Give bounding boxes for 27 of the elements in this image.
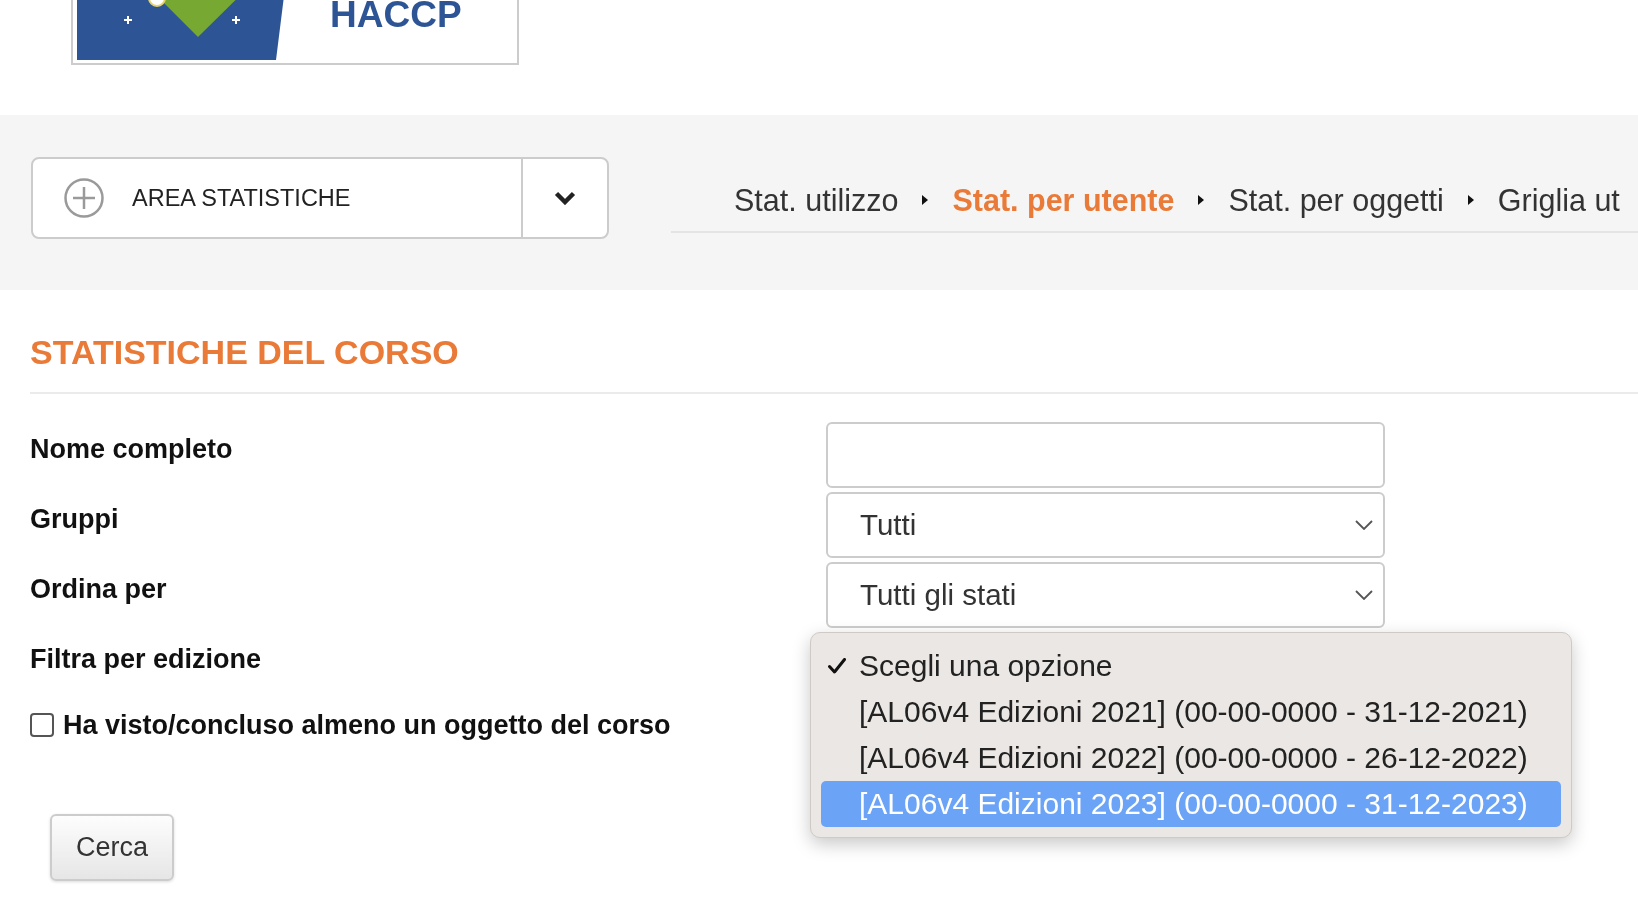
field-label: Gruppi bbox=[30, 503, 119, 535]
field-label: Filtra per edizione bbox=[30, 643, 262, 675]
chevron-down-icon bbox=[1355, 590, 1373, 600]
text-input[interactable] bbox=[826, 422, 1385, 488]
section-title: STATISTICHE DEL CORSO bbox=[30, 332, 460, 372]
dropdown-option[interactable]: [AL06v4 Edizioni 2022] (00-00-0000 - 26-12-2022) bbox=[821, 735, 1561, 781]
select-field[interactable]: Tutti gli stati bbox=[826, 562, 1385, 628]
caret-right-icon bbox=[922, 195, 929, 205]
plus-circle-icon bbox=[64, 178, 104, 218]
breadcrumb-link[interactable]: Stat. per oggetti bbox=[1228, 182, 1444, 218]
breadcrumb-link[interactable]: Stat. utilizzo bbox=[734, 182, 899, 218]
search-button[interactable]: Cerca bbox=[50, 814, 174, 881]
caret-right-icon bbox=[1198, 195, 1205, 205]
breadcrumb-link[interactable]: Griglia ut bbox=[1497, 182, 1620, 218]
dropdown-option[interactable]: [AL06v4 Edizioni 2021] (00-00-0000 - 31-12-2021) bbox=[821, 689, 1561, 735]
select-field[interactable]: Tutti bbox=[826, 492, 1385, 558]
check-icon bbox=[828, 658, 846, 674]
checkbox-label: Ha visto/concluso almeno un oggetto del corso bbox=[63, 709, 671, 741]
caret-right-icon bbox=[1467, 195, 1474, 205]
field-label: Ordina per bbox=[30, 573, 167, 605]
chevron-down-icon bbox=[554, 191, 576, 205]
dropdown-option[interactable]: Scegli una opzione bbox=[821, 643, 1561, 689]
area-menu-button[interactable]: AREA STATISTICHE bbox=[33, 159, 523, 237]
logo-text: HACCP bbox=[330, 0, 462, 30]
field-label: Nome completo bbox=[30, 433, 233, 465]
chevron-down-icon bbox=[1355, 520, 1373, 530]
checkbox[interactable] bbox=[30, 713, 54, 737]
